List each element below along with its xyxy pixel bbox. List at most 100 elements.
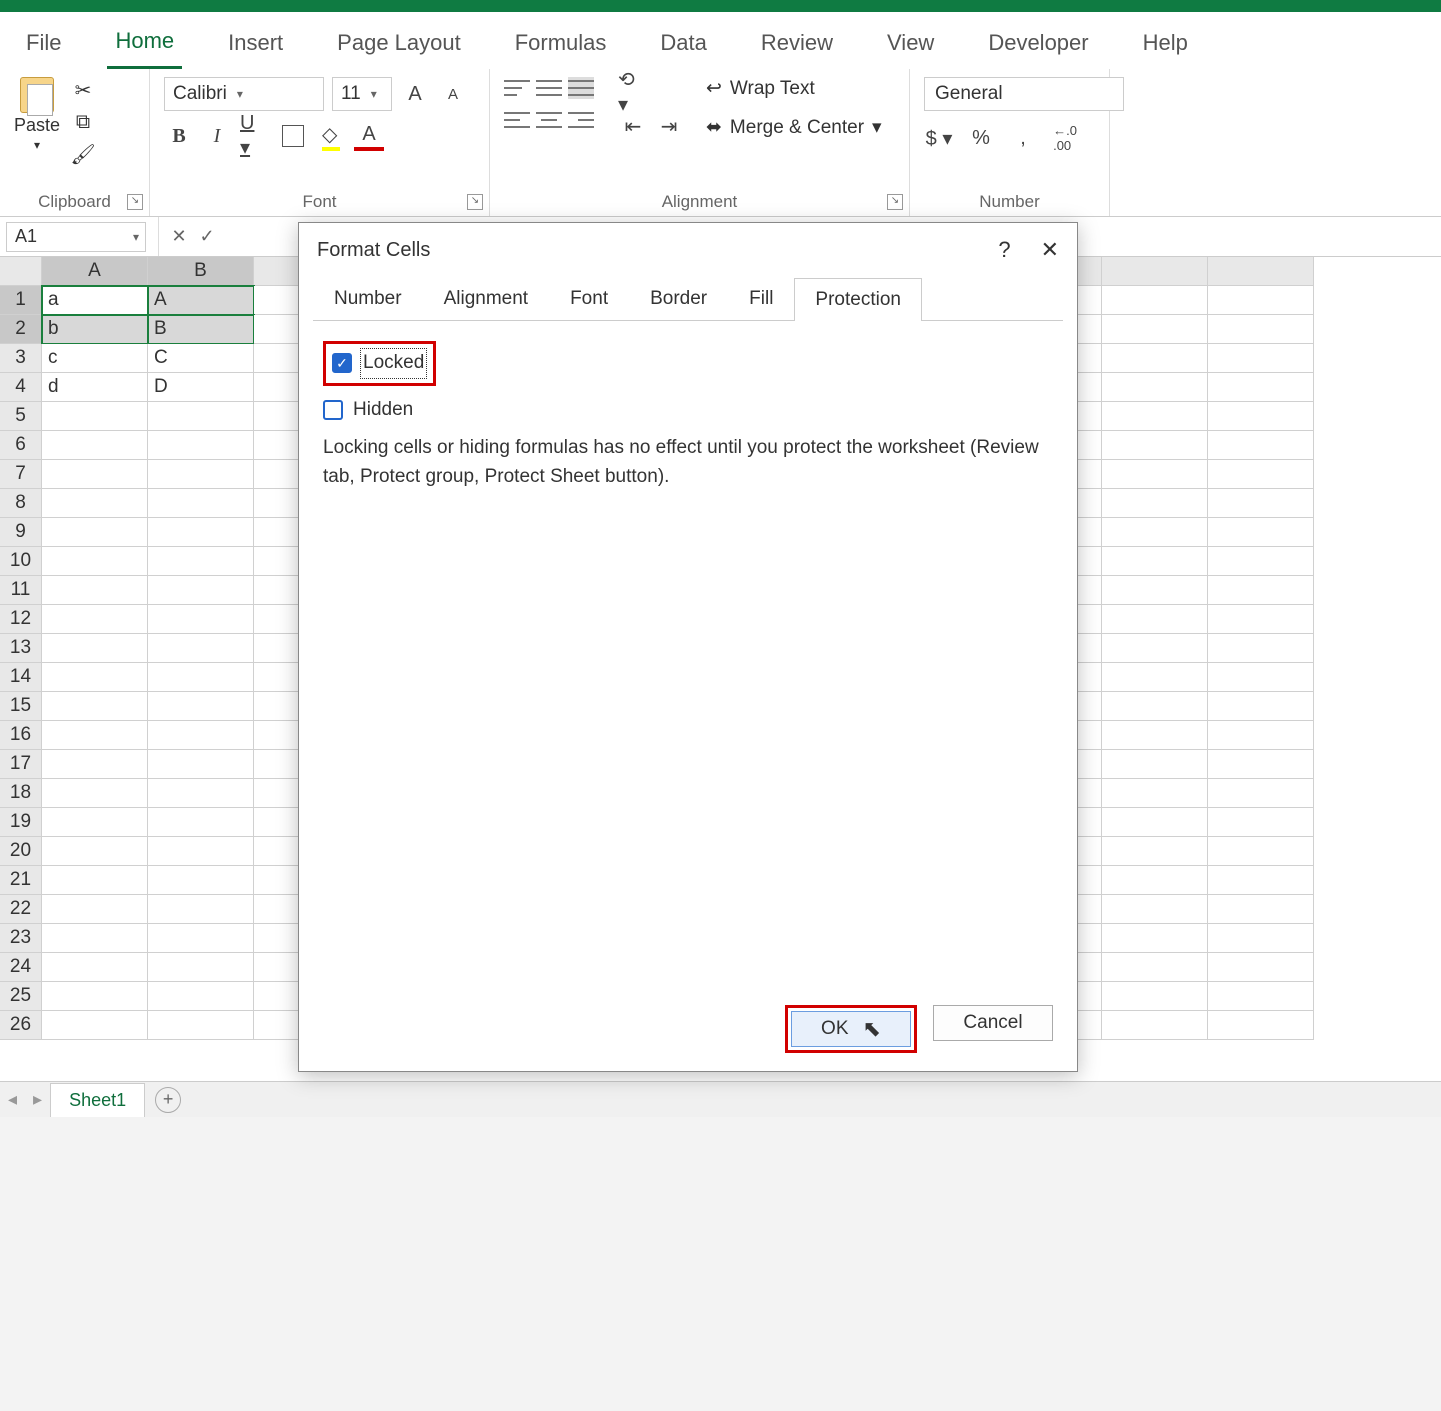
row-header[interactable]: 25: [0, 982, 42, 1011]
underline-button[interactable]: U ▾: [240, 121, 270, 151]
cell-A1[interactable]: a: [42, 286, 148, 315]
align-left-icon[interactable]: [504, 109, 530, 131]
enter-formula-icon[interactable]: ✓: [193, 226, 221, 247]
cell-B4[interactable]: D: [148, 373, 254, 402]
cell[interactable]: [1208, 431, 1314, 460]
alignment-launcher-icon[interactable]: ↘: [887, 194, 903, 210]
copy-icon[interactable]: ⧉: [70, 109, 96, 135]
new-sheet-button[interactable]: +: [155, 1087, 181, 1113]
wrap-text-button[interactable]: ↩Wrap Text: [706, 77, 882, 100]
cell[interactable]: [1102, 1011, 1208, 1040]
tab-nav-prev-icon[interactable]: ◂: [0, 1089, 25, 1110]
cell-B2[interactable]: B: [148, 315, 254, 344]
cell[interactable]: [1208, 1011, 1314, 1040]
cell[interactable]: [148, 953, 254, 982]
tab-pagelayout[interactable]: Page Layout: [329, 24, 469, 68]
cell[interactable]: [148, 721, 254, 750]
dlg-tab-border[interactable]: Border: [629, 277, 728, 320]
paste-button[interactable]: Paste: [14, 115, 60, 136]
select-all-corner[interactable]: [0, 257, 42, 286]
cell[interactable]: [1208, 605, 1314, 634]
cancel-button[interactable]: Cancel: [933, 1005, 1053, 1041]
cell[interactable]: [1208, 808, 1314, 837]
name-box[interactable]: A1: [6, 222, 146, 252]
cell[interactable]: [1102, 895, 1208, 924]
cell[interactable]: [1102, 866, 1208, 895]
decrease-font-icon[interactable]: A: [438, 79, 468, 109]
dlg-tab-font[interactable]: Font: [549, 277, 629, 320]
cell[interactable]: [148, 634, 254, 663]
cell[interactable]: [148, 924, 254, 953]
row-header[interactable]: 16: [0, 721, 42, 750]
tab-data[interactable]: Data: [652, 24, 714, 68]
dlg-tab-fill[interactable]: Fill: [728, 277, 794, 320]
cell[interactable]: [148, 460, 254, 489]
cell[interactable]: [1102, 750, 1208, 779]
row-header[interactable]: 23: [0, 924, 42, 953]
sheet-tab-1[interactable]: Sheet1: [50, 1083, 145, 1117]
cell[interactable]: [1208, 460, 1314, 489]
decrease-indent-icon[interactable]: ⇤: [618, 111, 648, 141]
row-header[interactable]: 11: [0, 576, 42, 605]
cell[interactable]: [148, 547, 254, 576]
clipboard-launcher-icon[interactable]: ↘: [127, 194, 143, 210]
row-header-4[interactable]: 4: [0, 373, 42, 402]
cell[interactable]: [1208, 576, 1314, 605]
font-color-button[interactable]: A: [354, 121, 384, 151]
cancel-formula-icon[interactable]: ✕: [165, 226, 193, 247]
cell[interactable]: [42, 779, 148, 808]
merge-center-button[interactable]: ⬌Merge & Center ▾: [706, 116, 882, 139]
cell[interactable]: [1208, 982, 1314, 1011]
comma-icon[interactable]: ,: [1008, 123, 1038, 153]
cell[interactable]: [42, 750, 148, 779]
cell[interactable]: [1208, 866, 1314, 895]
row-header[interactable]: 14: [0, 663, 42, 692]
dlg-tab-protection[interactable]: Protection: [794, 278, 922, 321]
cell[interactable]: [148, 605, 254, 634]
cell[interactable]: [1102, 489, 1208, 518]
cut-icon[interactable]: ✂: [70, 77, 96, 103]
increase-indent-icon[interactable]: ⇥: [654, 111, 684, 141]
fill-color-button[interactable]: ◇: [316, 121, 346, 151]
cell[interactable]: [1102, 547, 1208, 576]
cell[interactable]: [42, 634, 148, 663]
align-top-icon[interactable]: [504, 77, 530, 99]
cell[interactable]: [1102, 605, 1208, 634]
hidden-checkbox[interactable]: [323, 400, 343, 420]
orientation-icon[interactable]: ⟲ ▾: [618, 77, 648, 107]
cell[interactable]: [148, 692, 254, 721]
tab-home[interactable]: Home: [107, 22, 182, 69]
dlg-tab-alignment[interactable]: Alignment: [423, 277, 550, 320]
cell[interactable]: [42, 953, 148, 982]
cell[interactable]: [42, 837, 148, 866]
col-header-B[interactable]: B: [148, 257, 254, 286]
percent-icon[interactable]: %: [966, 123, 996, 153]
italic-button[interactable]: I: [202, 121, 232, 151]
cell[interactable]: [1208, 779, 1314, 808]
tab-review[interactable]: Review: [753, 24, 841, 68]
cell-B3[interactable]: C: [148, 344, 254, 373]
border-button[interactable]: [278, 121, 308, 151]
cell[interactable]: [1102, 663, 1208, 692]
row-header-2[interactable]: 2: [0, 315, 42, 344]
cell[interactable]: [42, 924, 148, 953]
tab-help[interactable]: Help: [1135, 24, 1196, 68]
cell[interactable]: [1102, 634, 1208, 663]
cell[interactable]: [42, 547, 148, 576]
cell[interactable]: [1208, 402, 1314, 431]
cell[interactable]: [148, 779, 254, 808]
cell[interactable]: [1208, 547, 1314, 576]
bold-button[interactable]: B: [164, 121, 194, 151]
row-header[interactable]: 17: [0, 750, 42, 779]
cell[interactable]: [148, 518, 254, 547]
row-header[interactable]: 5: [0, 402, 42, 431]
ok-button[interactable]: OK ⬉: [791, 1011, 911, 1047]
cell[interactable]: [1208, 924, 1314, 953]
cell[interactable]: [1102, 779, 1208, 808]
cell[interactable]: [1102, 460, 1208, 489]
cell[interactable]: [1208, 634, 1314, 663]
cell[interactable]: [1102, 982, 1208, 1011]
row-header[interactable]: 19: [0, 808, 42, 837]
cell[interactable]: [1102, 692, 1208, 721]
cell[interactable]: [1102, 518, 1208, 547]
